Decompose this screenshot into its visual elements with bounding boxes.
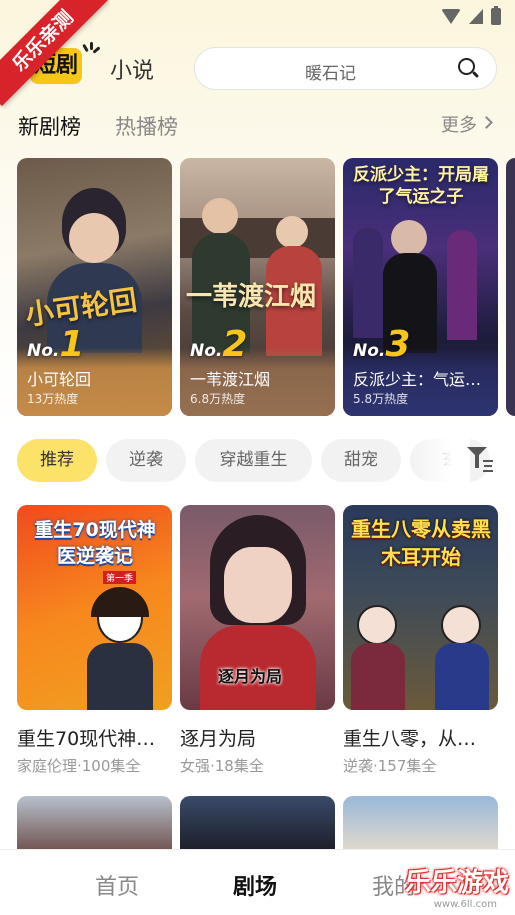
- book-card-5-peek[interactable]: [180, 796, 335, 856]
- book-cover-title-1: 重生70现代神医逆袭记: [34, 519, 156, 567]
- book-title-2: 逐月为局: [180, 728, 257, 750]
- book-card-4-peek[interactable]: [17, 796, 172, 856]
- ribbon-text: 乐乐亲测: [0, 0, 109, 107]
- book-cover-2: 逐月为局: [180, 505, 335, 710]
- rank-title-3: 反派少主：气运…: [353, 370, 482, 389]
- watermark-url: www.6ll.com: [433, 899, 497, 910]
- book-title-1: 重生70现代神…: [17, 728, 156, 750]
- book-cover-sub-1: 第一季: [103, 571, 137, 584]
- book-card-3[interactable]: 重生八零从卖黑木耳开始 重生八零，从卖… 逆袭·157集全: [343, 505, 498, 776]
- rank-title-1: 小可轮回: [27, 370, 92, 389]
- rank-title-2: 一苇渡江烟: [190, 370, 271, 389]
- tab-novel[interactable]: 小说: [110, 53, 154, 85]
- book-meta-2: 女强·18集全: [180, 757, 264, 775]
- rank-heat-3: 5.8万热度: [353, 392, 409, 406]
- rank-card-3[interactable]: 反派少主：开局屠了气运之子 No.3 反派少主：气运… 5.8万热度: [343, 158, 498, 416]
- chip-comeback[interactable]: 逆袭: [106, 439, 186, 482]
- rank-card-2[interactable]: 一苇渡江烟 No.2 一苇渡江烟 6.8万热度: [180, 158, 335, 416]
- rank-cover-title-2: 一苇渡江烟: [186, 282, 317, 312]
- book-card-6-peek[interactable]: [343, 796, 498, 856]
- search-placeholder: 暖石记: [305, 64, 356, 84]
- rank-card-4-peek[interactable]: [506, 158, 515, 416]
- book-cover-title-2: 逐月为局: [218, 667, 283, 686]
- rank-cover-title-3: 反派少主：开局屠了气运之子: [353, 165, 489, 207]
- rank-badge-2: No.2: [190, 324, 248, 365]
- book-title-3: 重生八零，从卖…: [343, 728, 493, 750]
- chip-recommend[interactable]: 推荐: [17, 439, 97, 482]
- more-link[interactable]: 更多: [441, 111, 477, 137]
- rank-badge-1: No.1: [27, 324, 85, 365]
- book-card-2[interactable]: 逐月为局 逐月为局 女强·18集全: [180, 505, 335, 776]
- book-cover-3: 重生八零从卖黑木耳开始: [343, 505, 498, 710]
- chip-fade: [410, 436, 470, 486]
- chip-time-travel[interactable]: 穿越重生: [195, 439, 312, 482]
- cellular-signal-icon: [469, 9, 483, 24]
- tab-hot-chart[interactable]: 热播榜: [115, 111, 178, 141]
- test-ribbon: 乐乐亲测: [0, 0, 110, 110]
- search-bar[interactable]: 暖石记: [194, 47, 497, 90]
- rank-heat-1: 13万热度: [27, 392, 79, 406]
- nav-home[interactable]: 首页: [95, 869, 139, 901]
- nav-theater[interactable]: 剧场: [233, 869, 277, 901]
- book-meta-1: 家庭伦理·100集全: [17, 757, 141, 775]
- rank-badge-3: No.3: [353, 324, 411, 365]
- filter-icon[interactable]: [467, 447, 495, 473]
- rank-heat-2: 6.8万热度: [190, 392, 246, 406]
- search-icon[interactable]: [458, 58, 480, 80]
- rank-card-1[interactable]: 小可轮回 No.1 小可轮回 13万热度: [17, 158, 172, 416]
- battery-icon: [491, 6, 501, 25]
- book-card-1[interactable]: 重生70现代神医逆袭记 第一季 重生70现代神… 家庭伦理·100集全: [17, 505, 172, 776]
- tab-new-drama-chart[interactable]: 新剧榜: [18, 111, 81, 141]
- book-cover-1: 重生70现代神医逆袭记 第一季: [17, 505, 172, 710]
- chip-sweet[interactable]: 甜宠: [321, 439, 401, 482]
- book-meta-3: 逆袭·157集全: [343, 757, 437, 775]
- book-cover-title-3: 重生八零从卖黑木耳开始: [351, 517, 491, 569]
- wifi-icon: [441, 9, 461, 24]
- watermark-text: 乐乐游戏: [404, 868, 509, 898]
